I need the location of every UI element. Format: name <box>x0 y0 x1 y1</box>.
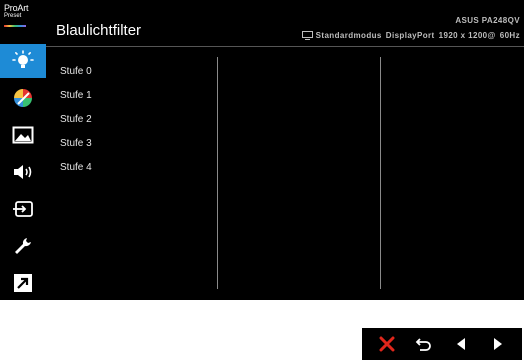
status-mode: Standardmodus <box>315 31 382 40</box>
speaker-icon <box>14 165 32 179</box>
right-arrow-icon <box>493 338 502 350</box>
option-stufe-1[interactable]: Stufe 1 <box>60 90 92 101</box>
sidebar-item-bluelight[interactable] <box>0 44 46 78</box>
status-refresh: 60Hz <box>499 31 520 40</box>
sidebar: ProArt Preset <box>0 0 46 300</box>
menu-content: Stufe 0 Stufe 1 Stufe 2 Stufe 3 Stufe 4 <box>46 47 524 300</box>
header: Blaulichtfilter ASUS PA248QV Standardmod… <box>46 0 524 47</box>
option-stufe-0[interactable]: Stufe 0 <box>60 66 92 77</box>
option-stufe-3[interactable]: Stufe 3 <box>60 138 92 149</box>
bulb-icon <box>12 50 34 68</box>
model-name: ASUS PA248QV <box>455 16 520 25</box>
close-icon <box>379 336 394 352</box>
sidebar-item-image[interactable] <box>0 118 46 152</box>
shortcut-icon <box>14 274 32 292</box>
proart-logo: ProArt Preset <box>4 3 42 33</box>
sidebar-item-sound[interactable] <box>0 155 46 189</box>
option-stufe-2[interactable]: Stufe 2 <box>60 114 92 125</box>
sidebar-item-shortcut[interactable] <box>0 266 46 300</box>
back-button[interactable] <box>409 330 439 358</box>
navigation-bar <box>362 328 522 360</box>
logo-text-line1: ProArt <box>4 3 29 13</box>
page-title: Blaulichtfilter <box>56 22 142 39</box>
status-bar: Standardmodus DisplayPort 1920 x 1200@ 6… <box>301 31 520 40</box>
status-input: DisplayPort <box>385 31 435 40</box>
sidebar-item-setup[interactable] <box>0 229 46 263</box>
option-stufe-4[interactable]: Stufe 4 <box>60 162 92 173</box>
logo-color-bar <box>4 25 26 27</box>
osd-panel: ProArt Preset Blaulichtfilter ASUS PA248… <box>0 0 524 300</box>
left-button[interactable] <box>446 330 476 358</box>
right-button[interactable] <box>483 330 513 358</box>
sidebar-item-input[interactable] <box>0 192 46 226</box>
column-divider <box>380 57 381 289</box>
image-icon <box>12 126 34 144</box>
close-button[interactable] <box>372 330 402 358</box>
palette-icon <box>14 89 32 107</box>
wrench-icon <box>15 238 31 254</box>
column-divider <box>217 57 218 289</box>
logo-text-line2: Preset <box>4 13 22 19</box>
monitor-icon <box>301 31 313 40</box>
status-resolution: 1920 x 1200@ <box>438 31 496 40</box>
sidebar-item-color[interactable] <box>0 81 46 115</box>
input-select-icon <box>13 201 33 217</box>
left-arrow-icon <box>456 338 465 350</box>
back-icon <box>415 338 431 351</box>
